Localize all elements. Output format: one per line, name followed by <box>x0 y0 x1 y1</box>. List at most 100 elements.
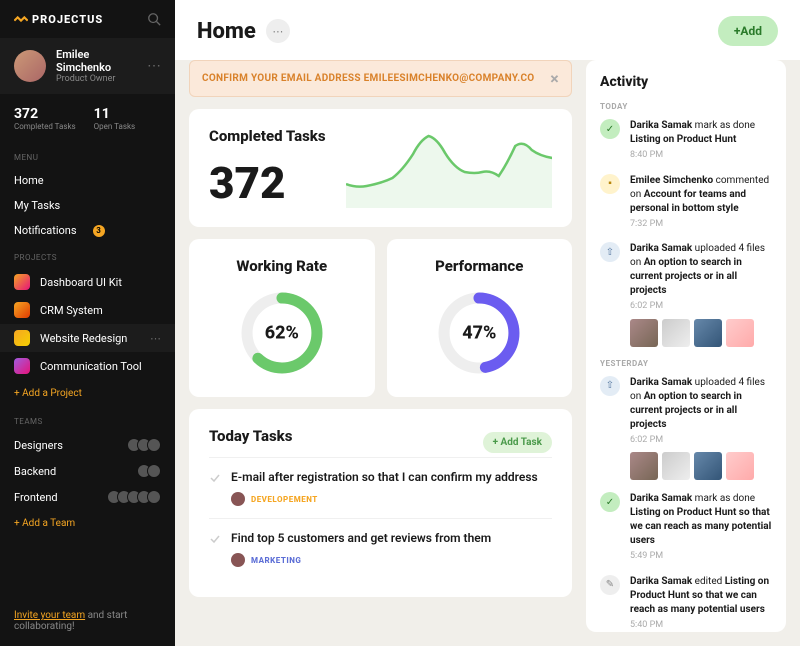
activity-time: 5:40 PM <box>630 619 772 632</box>
activity-verb: edited <box>692 576 725 587</box>
task-assignee-avatar <box>231 553 245 567</box>
sidebar-team-frontend[interactable]: Frontend <box>0 484 175 510</box>
team-avatars <box>111 490 161 504</box>
task-title: Find top 5 customers and get reviews fro… <box>231 531 552 545</box>
stat-completed-value: 372 <box>14 106 76 122</box>
thumbnail[interactable] <box>694 452 722 480</box>
activity-today-label: TODAY <box>600 102 772 111</box>
activity-actor: Darika Samak <box>630 120 692 131</box>
thumbnail[interactable] <box>662 319 690 347</box>
sidebar-item-label: Communication Tool <box>40 360 142 373</box>
check-icon: ✓ <box>600 492 620 512</box>
user-name: Emilee Simchenko <box>56 48 137 74</box>
activity-actor: Darika Samak <box>630 377 692 388</box>
project-icon <box>14 274 30 290</box>
activity-object: Listing on Product Hunt <box>630 134 736 145</box>
close-icon[interactable]: × <box>550 69 559 88</box>
performance-card: Performance 47% <box>387 239 573 397</box>
activity-actor: Emilee Simchenko <box>630 175 713 186</box>
task-row[interactable]: E-mail after registration so that I can … <box>209 457 552 518</box>
sidebar-item-notifications[interactable]: Notifications3 <box>0 218 175 243</box>
thumbnail[interactable] <box>630 319 658 347</box>
invite-team-link[interactable]: Invite your team <box>14 610 85 621</box>
add-project-link[interactable]: + Add a Project <box>0 380 175 407</box>
activity-actor: Darika Samak <box>630 576 692 587</box>
card-title: Working Rate <box>209 257 355 275</box>
completed-sparkline <box>346 128 552 208</box>
activity-item: ✓ Darika Samak mark as done Listing on P… <box>600 492 772 563</box>
task-tag: DEVELOPEMENT <box>251 495 318 504</box>
checkmark-icon[interactable] <box>209 472 221 484</box>
thumbnail[interactable] <box>630 452 658 480</box>
sidebar-item-label: Frontend <box>14 491 58 504</box>
title-more-icon[interactable]: ⋯ <box>266 19 290 43</box>
project-icon <box>14 358 30 374</box>
sidebar-footer: Invite your team and start collaborating… <box>0 596 175 646</box>
check-icon: ✓ <box>600 119 620 139</box>
email-confirm-alert: CONFIRM YOUR EMAIL ADDRESS EMILEESIMCHEN… <box>189 60 572 97</box>
sidebar: PROJECTUS Emilee Simchenko Product Owner… <box>0 0 175 646</box>
activity-actor: Darika Samak <box>630 493 692 504</box>
upload-icon: ⇧ <box>600 242 620 262</box>
sidebar-project-comm-tool[interactable]: Communication Tool <box>0 352 175 380</box>
project-icon <box>14 330 30 346</box>
thumbnail[interactable] <box>726 452 754 480</box>
sidebar-item-label: Website Redesign <box>40 332 127 345</box>
activity-object: Listing on Product Hunt so that we can r… <box>630 507 771 546</box>
thumbnail[interactable] <box>726 319 754 347</box>
topbar: Home ⋯ +Add <box>175 0 800 60</box>
performance-value: 47% <box>462 323 496 344</box>
notifications-badge: 3 <box>93 225 105 237</box>
edit-icon: ✎ <box>600 575 620 595</box>
task-tag: MARKETING <box>251 556 301 565</box>
alert-text: CONFIRM YOUR EMAIL ADDRESS EMILEESIMCHEN… <box>202 73 535 84</box>
project-more-icon[interactable]: ⋯ <box>150 332 161 345</box>
stat-open-value: 11 <box>94 106 135 122</box>
user-role: Product Owner <box>56 74 137 84</box>
user-more-icon[interactable]: ⋯ <box>147 58 161 74</box>
completed-tasks-value: 372 <box>209 157 326 209</box>
sidebar-item-label: CRM System <box>40 304 103 317</box>
activity-object: An option to search in current projects … <box>630 391 742 430</box>
sidebar-item-home[interactable]: Home <box>0 168 175 193</box>
search-icon[interactable] <box>147 12 161 26</box>
add-button[interactable]: +Add <box>718 16 778 46</box>
activity-verb: mark as done <box>692 493 755 504</box>
completed-tasks-card: Completed Tasks 372 <box>189 109 572 227</box>
user-card[interactable]: Emilee Simchenko Product Owner ⋯ <box>0 38 175 94</box>
sidebar-team-backend[interactable]: Backend <box>0 458 175 484</box>
activity-title: Activity <box>600 74 772 90</box>
activity-object: An option to search in current projects … <box>630 257 742 296</box>
team-avatars <box>131 438 161 452</box>
sidebar-item-label: My Tasks <box>14 199 60 212</box>
activity-time: 6:02 PM <box>630 300 772 313</box>
projects-section-label: PROJECTS <box>0 243 175 268</box>
stat-completed: 372 Completed Tasks <box>14 106 76 131</box>
card-title: Today Tasks <box>209 427 292 445</box>
sidebar-item-label: Backend <box>14 465 56 478</box>
activity-object: Account for teams and personal in bottom… <box>630 189 746 214</box>
thumbnail[interactable] <box>662 452 690 480</box>
teams-section-label: TEAMS <box>0 407 175 432</box>
project-icon <box>14 302 30 318</box>
sidebar-team-designers[interactable]: Designers <box>0 432 175 458</box>
page-title: Home <box>197 19 256 44</box>
add-task-button[interactable]: + Add Task <box>483 432 552 453</box>
activity-item: ▪ Emilee Simchenko commented on Account … <box>600 174 772 231</box>
sidebar-item-my-tasks[interactable]: My Tasks <box>0 193 175 218</box>
add-team-link[interactable]: + Add a Team <box>0 510 175 537</box>
team-avatars <box>141 464 161 478</box>
checkmark-icon[interactable] <box>209 533 221 545</box>
sidebar-project-dashboard-ui[interactable]: Dashboard UI Kit <box>0 268 175 296</box>
activity-item: ✓ Darika Samak mark as done Listing on P… <box>600 119 772 162</box>
thumbnail[interactable] <box>694 319 722 347</box>
brand-logo: PROJECTUS <box>14 13 139 26</box>
sidebar-item-label: Home <box>14 174 44 187</box>
stat-completed-label: Completed Tasks <box>14 122 76 131</box>
sidebar-project-crm[interactable]: CRM System <box>0 296 175 324</box>
logo-icon <box>14 14 28 24</box>
sidebar-project-website-redesign[interactable]: Website Redesign ⋯ <box>0 324 175 352</box>
sidebar-item-label: Dashboard UI Kit <box>40 276 122 289</box>
activity-time: 6:02 PM <box>630 434 772 447</box>
task-row[interactable]: Find top 5 customers and get reviews fro… <box>209 518 552 579</box>
